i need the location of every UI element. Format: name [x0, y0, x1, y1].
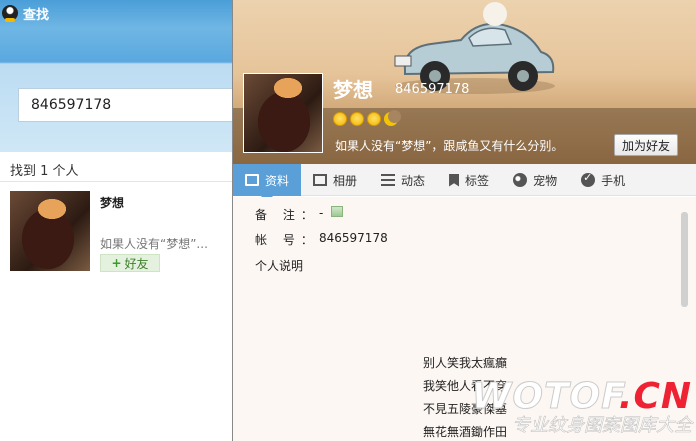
feed-icon	[381, 174, 396, 186]
tab-label: 动态	[401, 173, 426, 188]
remark-row: 备 注： -	[255, 206, 344, 223]
qq-penguin-icon	[2, 5, 18, 22]
intro-label: 个人说明	[255, 259, 304, 273]
result-name: 梦想	[100, 196, 125, 210]
result-count: 找到 1 个人	[10, 164, 79, 179]
avatar[interactable]	[10, 191, 90, 271]
remark-value: -	[319, 206, 324, 220]
list-item[interactable]: 梦想 如果人没有“梦想”... + 好友	[0, 182, 232, 282]
account-row: 帐 号： 846597178	[255, 231, 388, 248]
profile-signature: 如果人没有“梦想”，跟咸鱼又有什么分别。	[335, 139, 564, 153]
sun-icon	[367, 112, 381, 126]
account-value: 846597178	[319, 231, 388, 245]
account-label: 帐 号：	[255, 233, 319, 247]
tab-phone[interactable]: 手机	[569, 164, 637, 196]
tab-tags[interactable]: 标签	[437, 164, 501, 196]
tab-info[interactable]: 资料	[233, 164, 302, 202]
poem-line: 我笑他人看不穿	[423, 379, 508, 393]
profile-name: 梦想	[333, 78, 373, 102]
search-header	[0, 0, 232, 152]
tab-label: 手机	[601, 173, 626, 188]
sun-icon	[333, 112, 347, 126]
album-icon	[313, 174, 328, 186]
add-friend-label: 好友	[124, 256, 149, 271]
result-desc: 如果人没有“梦想”...	[100, 237, 208, 251]
pet-icon	[513, 173, 528, 187]
tab-label: 资料	[265, 173, 290, 188]
moon-icon	[384, 110, 401, 126]
add-friend-button[interactable]: 加为好友	[614, 134, 678, 156]
plus-icon: +	[111, 256, 122, 270]
poem-line: 不見五陵豪傑墓	[423, 402, 508, 416]
profile-pane: 梦想 846597178 如果人没有“梦想”，跟咸鱼又有什么分别。 加为好友 资…	[232, 0, 696, 441]
level-icons	[333, 110, 401, 126]
profile-details: 备 注： - 帐 号： 846597178 个人说明 别人笑我太瘋癲 我笑他人看…	[233, 197, 696, 441]
sun-icon	[350, 112, 364, 126]
poem-line: 别人笑我太瘋癲	[423, 356, 508, 370]
profile-qq-number: 846597178	[395, 82, 470, 97]
tab-label: 相册	[333, 173, 358, 188]
add-friend-button[interactable]: + 好友	[100, 254, 160, 272]
id-card-icon	[245, 174, 259, 186]
edit-remark-icon[interactable]	[331, 206, 344, 217]
tab-feed[interactable]: 动态	[369, 164, 437, 196]
tab-label: 标签	[465, 173, 490, 188]
search-input[interactable]: 846597178	[18, 88, 232, 122]
search-pane: 查找 846597178 找到 1 个人 梦想 如果人没有“梦想”... + 好…	[0, 0, 232, 441]
tag-icon	[449, 173, 460, 187]
window-title: 查找	[2, 4, 50, 23]
scrollbar[interactable]	[681, 212, 688, 307]
tab-label: 宠物	[533, 173, 558, 188]
phone-icon	[581, 171, 596, 187]
poem-line: 無花無酒鋤作田	[423, 425, 508, 439]
profile-avatar[interactable]	[243, 73, 323, 153]
tab-pet[interactable]: 宠物	[501, 164, 569, 196]
remark-label: 备 注：	[255, 208, 319, 222]
window-title-text: 查找	[23, 7, 50, 23]
tab-album[interactable]: 相册	[301, 164, 369, 196]
profile-tabs: 资料 相册 动态 标签 宠物 手机	[233, 164, 696, 202]
personal-description: 别人笑我太瘋癲 我笑他人看不穿 不見五陵豪傑墓 無花無酒鋤作田	[423, 352, 507, 441]
